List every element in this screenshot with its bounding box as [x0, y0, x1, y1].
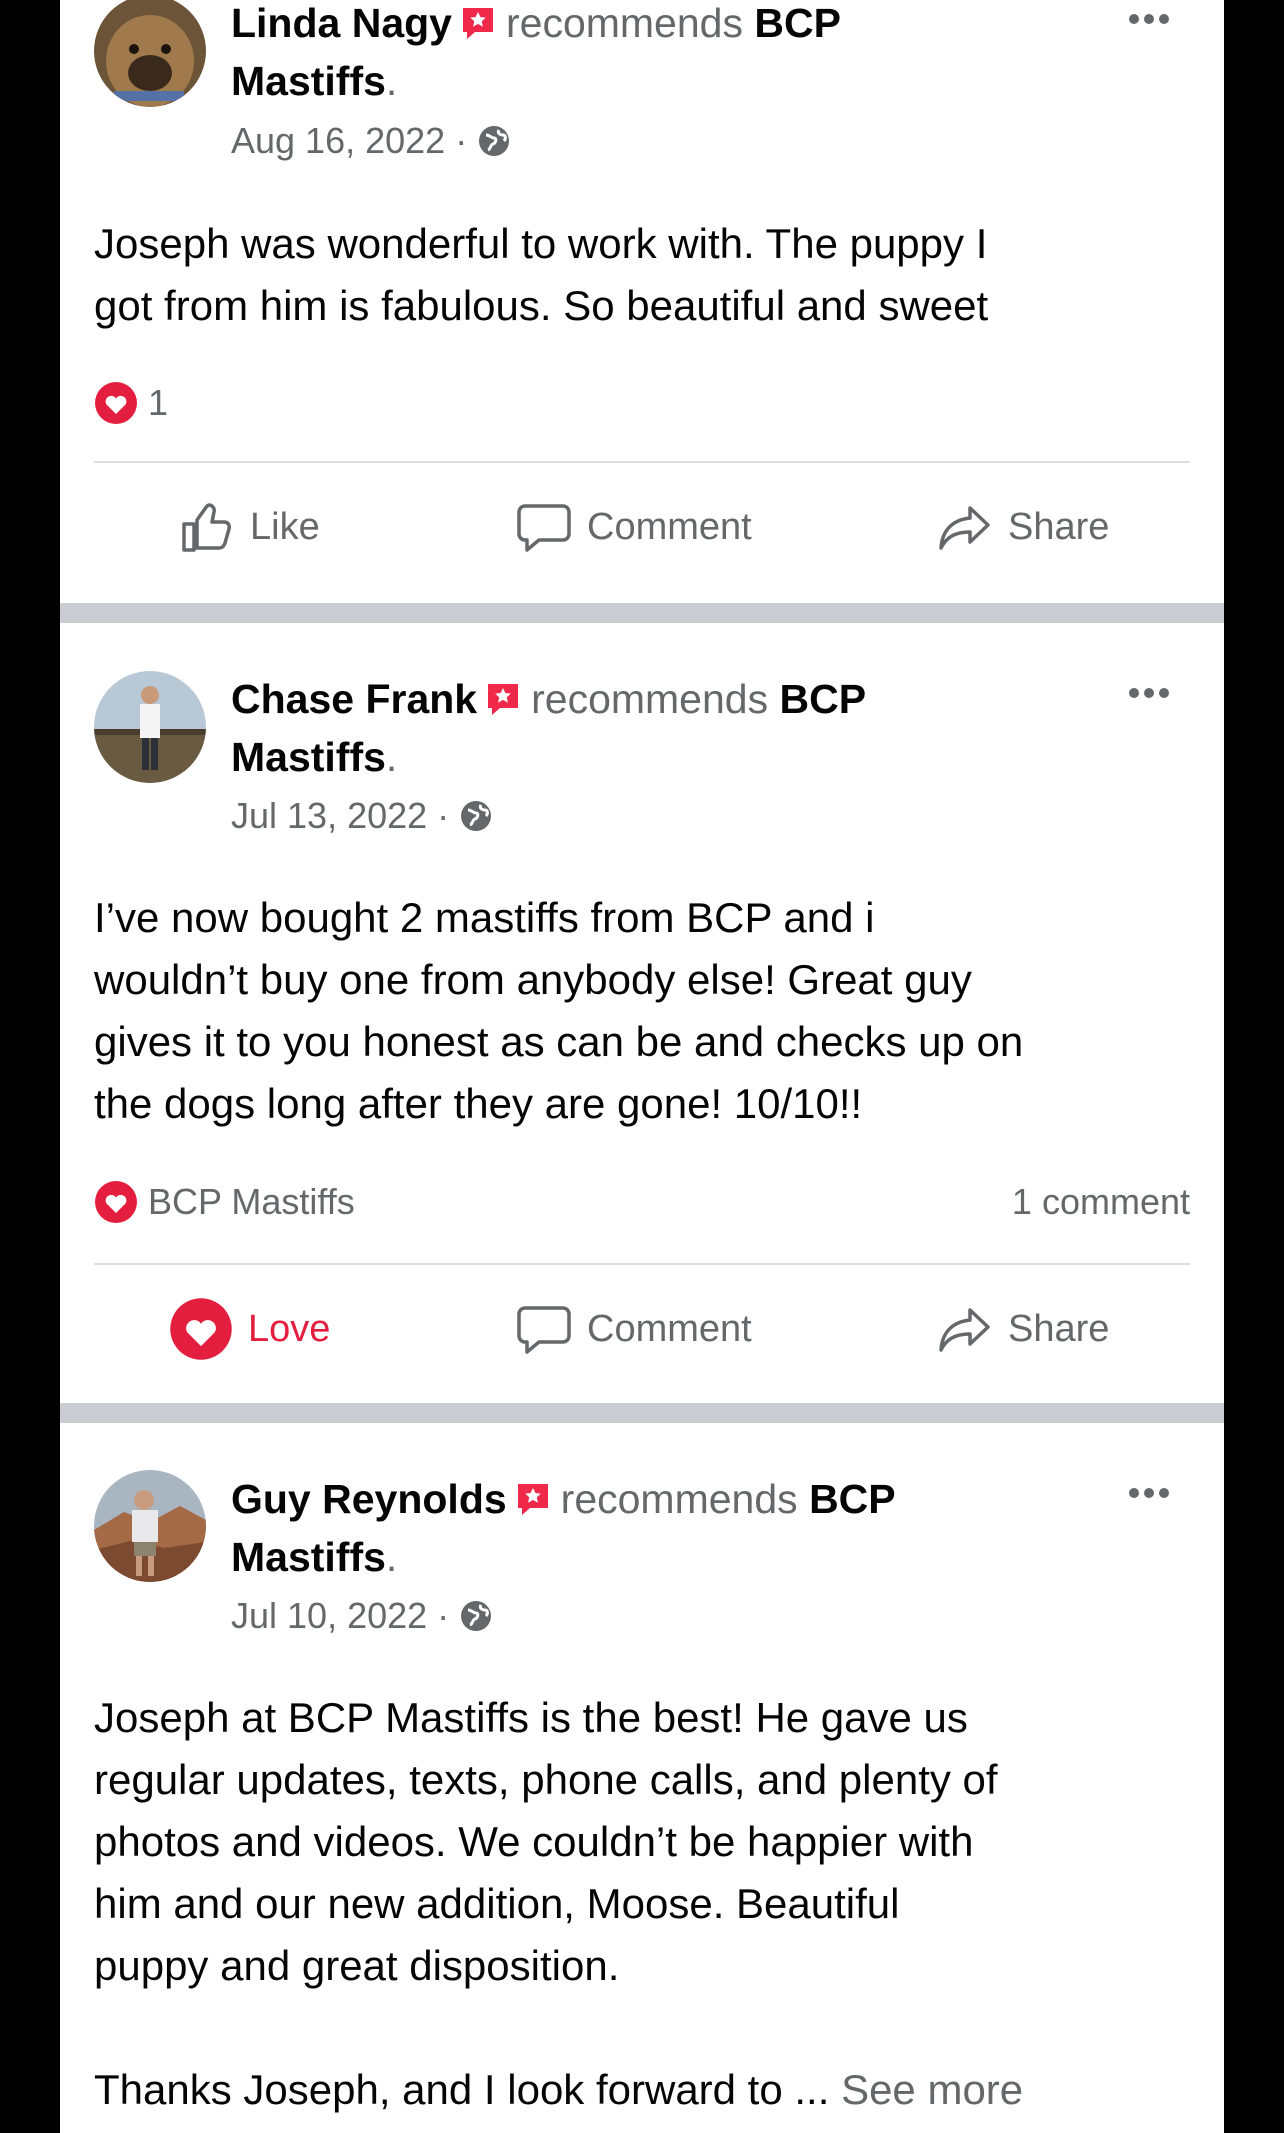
post-separator	[60, 1403, 1224, 1423]
reaction-summary[interactable]: BCP Mastiffs 1 comment	[94, 1177, 1190, 1227]
action-bar: Like Comment Share	[60, 487, 1224, 567]
like-button[interactable]: Like	[178, 487, 320, 567]
page-name[interactable]: BCP	[754, 0, 841, 46]
more-options-icon[interactable]	[1124, 4, 1174, 34]
post-separator	[60, 603, 1224, 623]
post-headline: Guy Reynolds recommends BCP Mastiffs.	[231, 1476, 896, 1580]
divider	[94, 1263, 1190, 1265]
post-linda-nagy: Linda Nagy recommends BCP Mastiffs. Aug 16…	[60, 0, 1224, 600]
reaction-count: 1	[148, 382, 169, 423]
star-badge-icon	[462, 8, 493, 39]
reaction-summary[interactable]: 1	[94, 378, 1190, 428]
page-name-cont[interactable]: Mastiffs	[231, 1534, 386, 1580]
post-guy-reynolds: Guy Reynolds recommends BCP Mastiffs. Jul …	[60, 1423, 1224, 2133]
share-icon	[939, 1308, 990, 1352]
recommends-text: recommends	[505, 0, 743, 46]
feed: Linda Nagy recommends BCP Mastiffs. Aug 16…	[60, 0, 1224, 2133]
recommends-text: recommends	[531, 676, 769, 722]
post-date: Jul 13, 2022 ·	[231, 795, 493, 837]
star-badge-icon	[517, 1484, 548, 1515]
author-name[interactable]: Guy Reynolds	[231, 1476, 507, 1522]
love-button[interactable]: Love	[168, 1289, 330, 1369]
action-bar: Love Comment Share	[60, 1289, 1224, 1369]
post-date: Aug 16, 2022 ·	[231, 120, 511, 162]
more-options-icon[interactable]	[1124, 1478, 1174, 1508]
divider	[94, 461, 1190, 463]
comment-button[interactable]: Comment	[515, 1289, 752, 1369]
avatar[interactable]	[94, 671, 206, 783]
author-name[interactable]: Linda Nagy	[231, 0, 452, 46]
page-name-cont[interactable]: Mastiffs	[231, 58, 386, 104]
page-name-cont[interactable]: Mastiffs	[231, 734, 386, 780]
share-button[interactable]: Share	[936, 487, 1109, 567]
post-headline: Linda Nagy recommends BCP Mastiffs.	[231, 0, 841, 104]
more-options-icon[interactable]	[1124, 678, 1174, 708]
love-reaction-icon	[170, 1298, 232, 1360]
dog-avatar-icon	[94, 0, 206, 107]
comment-count[interactable]: 1 comment	[1012, 1181, 1190, 1223]
avatar[interactable]	[94, 1470, 206, 1582]
person-avatar-icon	[94, 1470, 206, 1582]
share-button[interactable]: Share	[936, 1289, 1109, 1369]
comment-button[interactable]: Comment	[515, 487, 752, 567]
love-reaction-icon	[95, 1181, 137, 1223]
post-body: Joseph at BCP Mastiffs is the best! He g…	[94, 1694, 1024, 2113]
post-body: I’ve now bought 2 mastiffs from BCP and …	[94, 894, 1024, 1127]
comment-icon	[517, 504, 571, 552]
author-name[interactable]: Chase Frank	[231, 676, 477, 722]
date-text[interactable]: Jul 13, 2022 ·	[231, 795, 449, 837]
post-chase-frank: Chase Frank recommends BCP Mastiffs. Jul 1…	[60, 623, 1224, 1403]
avatar[interactable]	[94, 0, 206, 107]
date-text[interactable]: Aug 16, 2022 ·	[231, 120, 467, 162]
globe-icon	[461, 801, 492, 831]
like-icon	[182, 503, 231, 552]
page-name[interactable]: BCP	[780, 676, 867, 722]
post-body-continued: Thanks Joseph, and I look forward to ...	[94, 2066, 830, 2113]
recommends-text: recommends	[560, 1476, 798, 1522]
comment-icon	[517, 1306, 571, 1354]
post-body: Joseph was wonderful to work with. The p…	[94, 220, 989, 329]
love-reaction-icon	[95, 382, 137, 424]
reaction-label: BCP Mastiffs	[148, 1181, 355, 1222]
date-text[interactable]: Jul 10, 2022 ·	[231, 1595, 449, 1637]
globe-icon	[479, 126, 510, 156]
post-headline: Chase Frank recommends BCP Mastiffs.	[231, 676, 867, 780]
see-more-link[interactable]: See more	[841, 2066, 1023, 2113]
share-icon	[939, 506, 990, 550]
globe-icon	[461, 1601, 492, 1631]
post-date: Jul 10, 2022 ·	[231, 1595, 493, 1637]
person-avatar-icon	[94, 671, 206, 783]
page-name[interactable]: BCP	[809, 1476, 896, 1522]
star-badge-icon	[488, 684, 519, 715]
